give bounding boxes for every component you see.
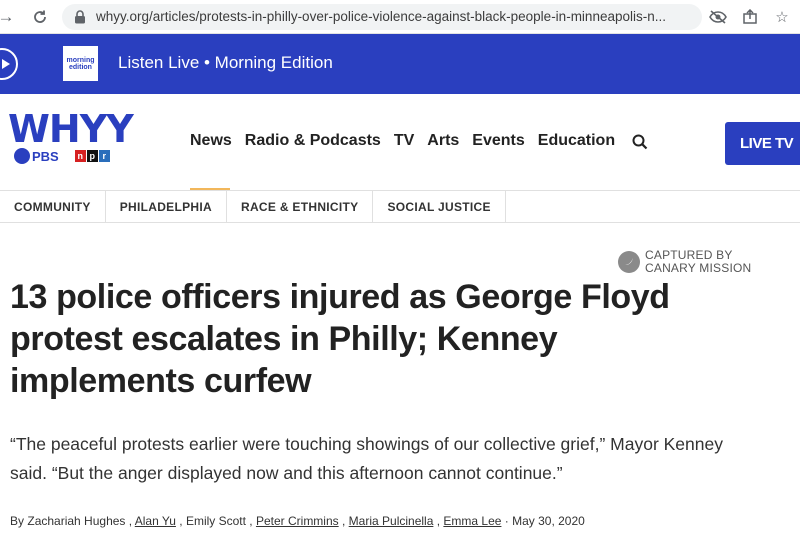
whyy-wordmark: WHYY (8, 107, 134, 151)
star-icon[interactable]: ☆ (772, 6, 792, 28)
nav-tv[interactable]: TV (394, 132, 414, 150)
canary-mission-icon (618, 251, 640, 273)
pbs-label: PBS (32, 148, 59, 164)
article-dek: “The peaceful protests earlier were touc… (10, 434, 723, 483)
topic-social-justice[interactable]: SOCIAL JUSTICE (373, 191, 506, 222)
byline-author-link[interactable]: Maria Pulcinella (349, 514, 434, 528)
byline-author-link[interactable]: Peter Crimmins (256, 514, 339, 528)
browser-toolbar: → whyy.org/articles/protests-in-philly-o… (0, 0, 800, 34)
byline-prefix: By (10, 514, 25, 528)
morning-edition-thumbnail: morning edition (63, 46, 98, 81)
npr-letter-r: r (98, 150, 110, 162)
topic-race-ethnicity[interactable]: RACE & ETHNICITY (227, 191, 374, 222)
live-tv-button[interactable]: LIVE TV (725, 122, 800, 165)
pbs-icon (14, 148, 30, 164)
nav-education[interactable]: Education (538, 132, 615, 150)
address-bar[interactable]: whyy.org/articles/protests-in-philly-ove… (62, 3, 702, 30)
listen-live-label[interactable]: Listen Live • Morning Edition (118, 53, 333, 73)
lock-icon[interactable] (72, 9, 88, 25)
reload-icon[interactable] (28, 5, 52, 29)
nav-arts[interactable]: Arts (427, 132, 459, 150)
topic-bar: COMMUNITY PHILADELPHIA RACE & ETHNICITY … (0, 190, 800, 223)
whyy-logo[interactable]: WHYY PBS n p r (8, 107, 134, 164)
byline-separator: · (504, 514, 509, 528)
topic-community[interactable]: COMMUNITY (0, 191, 106, 222)
byline-author: Zachariah Hughes (27, 514, 126, 528)
pbs-logo: PBS (14, 148, 59, 164)
play-icon[interactable] (0, 48, 18, 80)
listen-live-bar[interactable]: morning edition Listen Live • Morning Ed… (0, 34, 800, 94)
back-arrow-icon[interactable]: → (0, 5, 18, 29)
nav-news[interactable]: News (190, 132, 232, 150)
site-header: WHYY PBS n p r News Radio & Podcasts TV … (0, 94, 800, 190)
topic-philadelphia[interactable]: PHILADELPHIA (106, 191, 227, 222)
npr-letter-n: n (74, 150, 86, 162)
byline-author-link[interactable]: Emma Lee (443, 514, 501, 528)
eye-off-icon[interactable] (708, 6, 728, 28)
search-icon[interactable] (632, 134, 648, 150)
article-byline: By Zachariah Hughes , Alan Yu , Emily Sc… (10, 514, 585, 528)
publish-date: May 30, 2020 (512, 514, 585, 528)
byline-author: Emily Scott (185, 514, 246, 528)
main-nav: News Radio & Podcasts TV Arts Events Edu… (190, 132, 615, 150)
share-icon[interactable] (740, 6, 760, 28)
captured-by-line2: CANARY MISSION (645, 261, 752, 275)
npr-letter-p: p (86, 150, 98, 162)
nav-events[interactable]: Events (472, 132, 524, 150)
article-headline: 13 police officers injured as George Flo… (10, 278, 670, 400)
nav-radio-podcasts[interactable]: Radio & Podcasts (245, 132, 381, 150)
byline-author-link[interactable]: Alan Yu (135, 514, 176, 528)
npr-logo: n p r (74, 150, 110, 162)
url-text: whyy.org/articles/protests-in-philly-ove… (96, 9, 666, 24)
captured-by-badge: CAPTURED BY CANARY MISSION (618, 249, 751, 275)
